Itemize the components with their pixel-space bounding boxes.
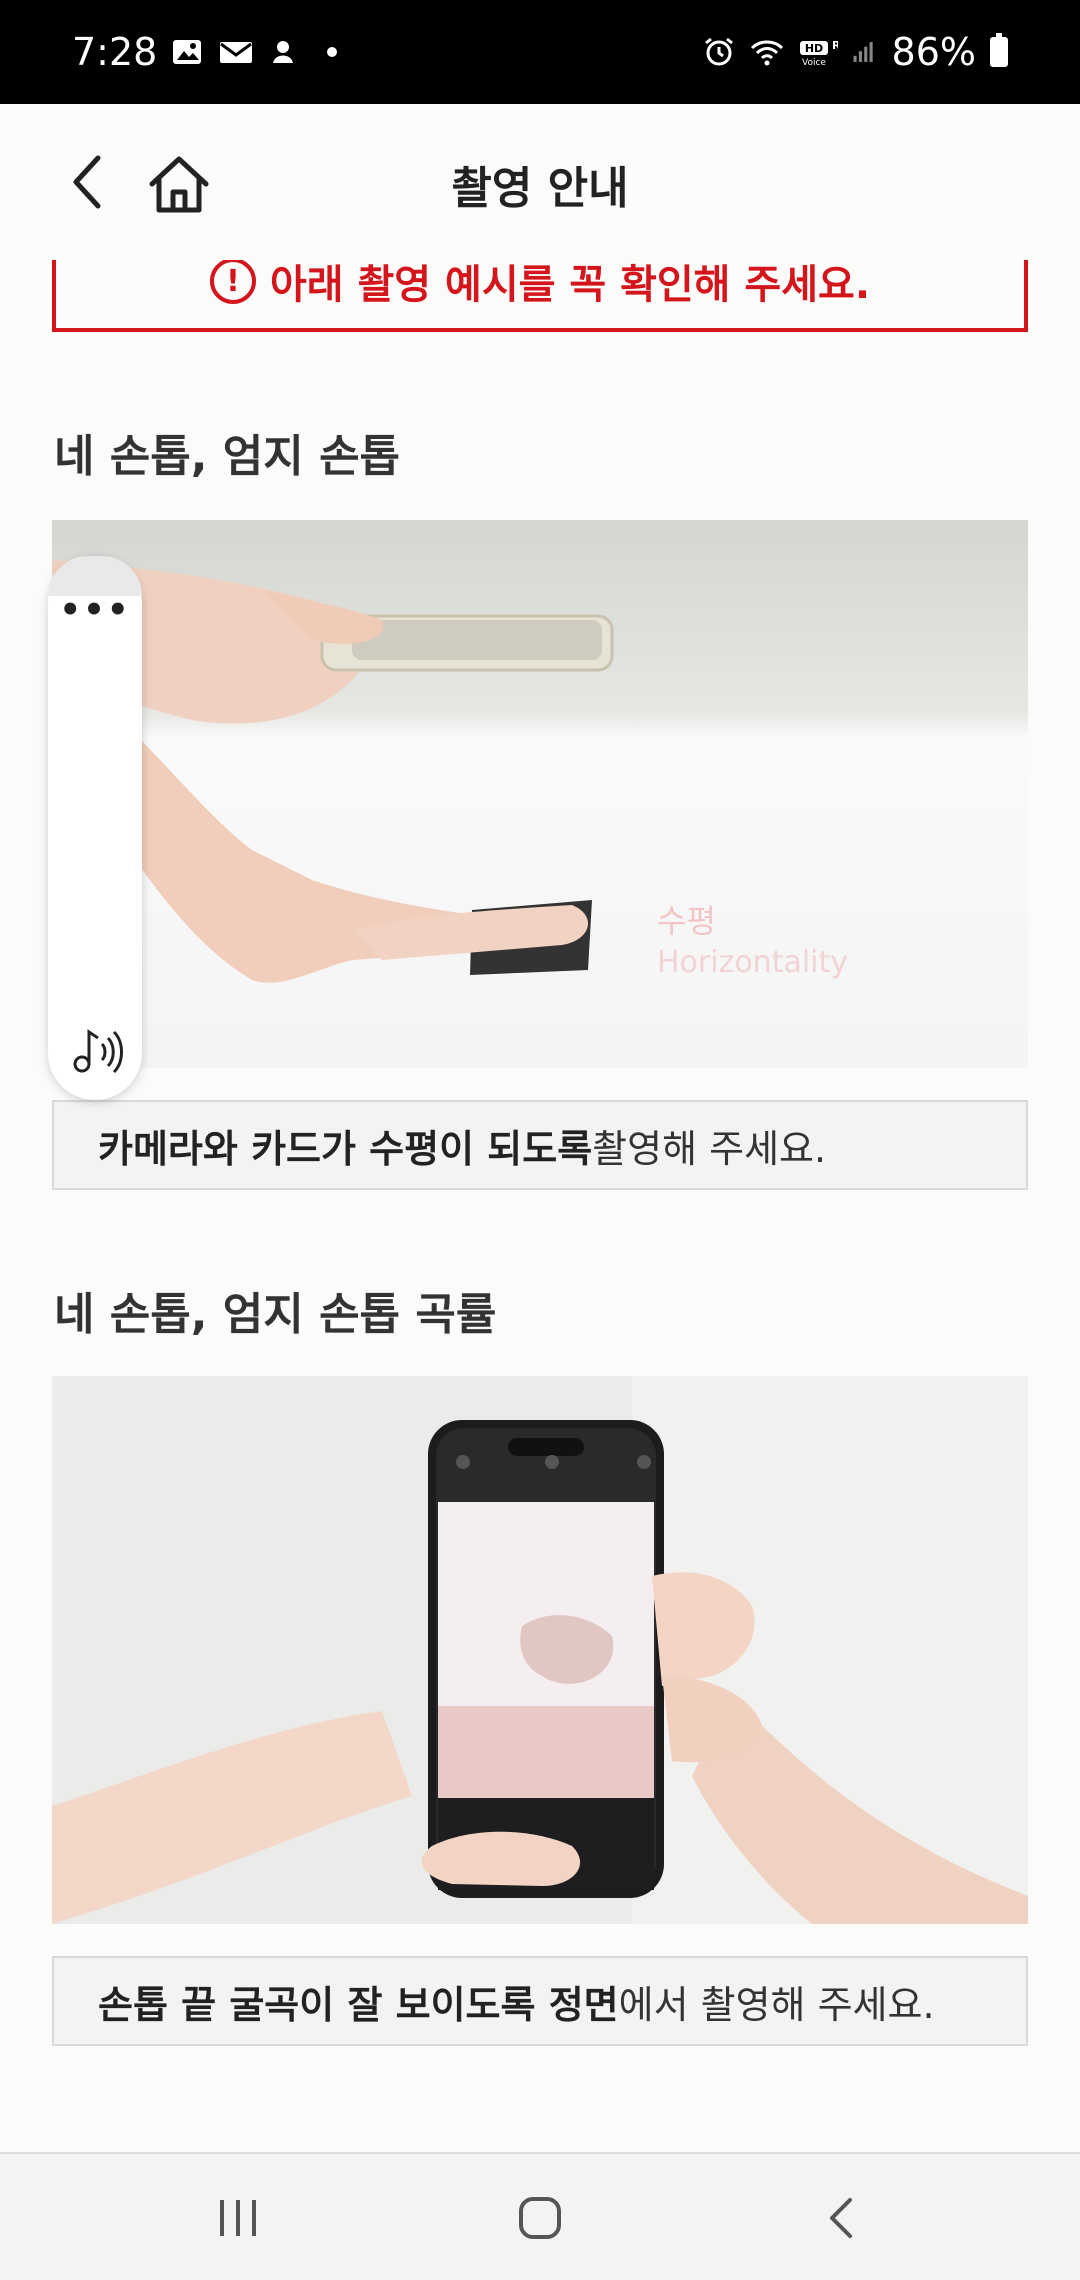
recent-apps-icon[interactable] bbox=[208, 2188, 268, 2248]
overlay-text-en: Horizontality bbox=[657, 945, 848, 980]
notice-text: 아래 촬영 예시를 꼭 확인해 주세요. bbox=[269, 262, 871, 308]
svg-text:R: R bbox=[832, 39, 838, 52]
caption-rest: 촬영해 주세요. bbox=[592, 1126, 827, 1171]
gallery-icon bbox=[173, 40, 202, 64]
page-title: 촬영 안내 bbox=[451, 163, 629, 214]
example-photo-horizontal: 수평 Horizontality bbox=[52, 520, 1028, 1068]
status-time: 7:28 bbox=[72, 30, 158, 74]
sound-icon[interactable] bbox=[66, 1020, 124, 1078]
floating-side-panel[interactable]: ••• bbox=[48, 556, 142, 1100]
wifi-icon bbox=[750, 40, 783, 66]
alarm-icon bbox=[704, 37, 733, 66]
caption-curvature: 손톱 끝 굴곡이 잘 보이도록 정면 에서 촬영해 주세요. bbox=[52, 1956, 1028, 2046]
app-header: 촬영 안내 bbox=[0, 104, 1080, 260]
caption-rest: 에서 촬영해 주세요. bbox=[618, 1982, 935, 2027]
section-title-horizontality: 네 손톱, 엄지 손톱 bbox=[54, 431, 401, 482]
caption-bold: 카메라와 카드가 수평이 되도록 bbox=[98, 1126, 593, 1171]
example-photo-curvature bbox=[52, 1376, 1028, 1924]
app-notification-icon bbox=[273, 41, 294, 63]
caption-bold: 손톱 끝 굴곡이 잘 보이도록 정면 bbox=[98, 1982, 619, 2027]
system-nav-bar bbox=[0, 2152, 1080, 2280]
signal-icon bbox=[853, 42, 873, 62]
svg-text:HD: HD bbox=[804, 42, 822, 55]
more-options-icon[interactable]: ••• bbox=[48, 593, 142, 627]
mail-icon bbox=[220, 42, 253, 63]
battery-percent: 86% bbox=[891, 30, 976, 74]
notice-box: ! 아래 촬영 예시를 꼭 확인해 주세요. bbox=[52, 260, 1028, 332]
notification-dot bbox=[327, 47, 338, 57]
caption-horizontality: 카메라와 카드가 수평이 되도록 촬영해 주세요. bbox=[52, 1100, 1028, 1190]
hd-voice-icon: HD Voice R bbox=[799, 39, 838, 67]
battery-icon bbox=[990, 33, 1008, 67]
section-title-curvature: 네 손톱, 엄지 손톱 곡률 bbox=[54, 1289, 497, 1340]
back-nav-icon[interactable] bbox=[812, 2188, 872, 2248]
status-bar: 7:28 HD Voice R 86% bbox=[0, 0, 1080, 104]
svg-text:Voice: Voice bbox=[802, 58, 826, 67]
alert-icon: ! bbox=[209, 260, 256, 304]
overlay-text-ko: 수평 bbox=[657, 902, 716, 940]
home-nav-icon[interactable] bbox=[510, 2188, 570, 2248]
